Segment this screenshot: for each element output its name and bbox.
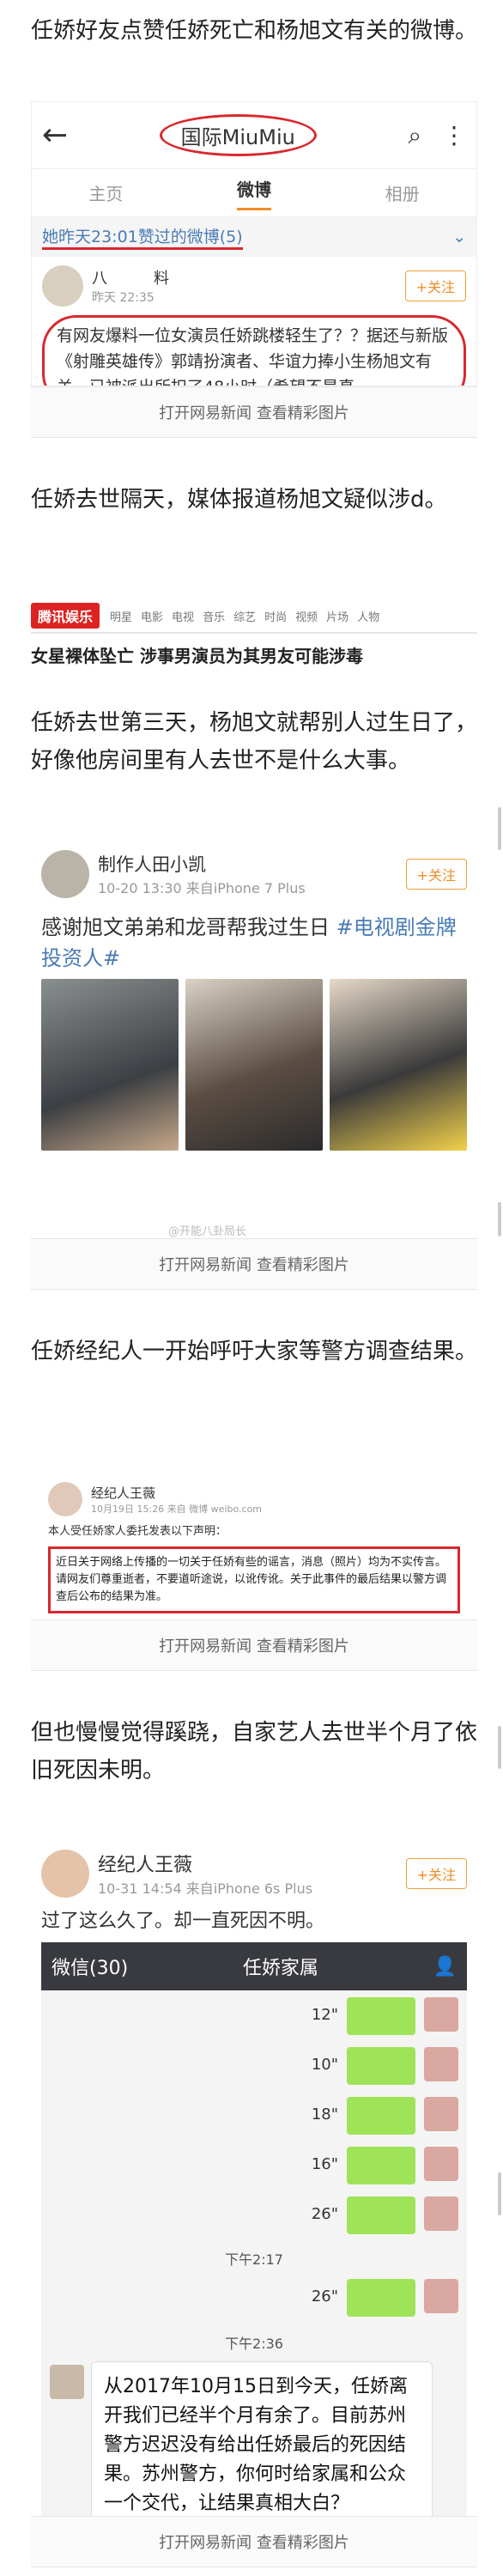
watermark: @开能八卦局长 — [168, 1225, 247, 1238]
chat-title: 任娇家属 — [242, 1958, 318, 1979]
follow-button: +关注 — [404, 270, 466, 301]
nav-item: 电影 — [141, 611, 164, 624]
open-images-button-2[interactable]: 打开网易新闻 查看精彩图片 — [31, 1238, 477, 1290]
avatar — [424, 2047, 458, 2081]
liked-post: 八 料 昨天 22:35 +关注 有网友爆料一位女演员任娇跳楼轻生了？？据还与新… — [32, 257, 476, 386]
post-time: 10月19日 15:26 来自 微博 weibo.com — [91, 1503, 263, 1515]
avatar — [41, 1850, 89, 1898]
avatar — [424, 2279, 458, 2313]
post-author: 经纪人王薇 — [98, 1855, 193, 1876]
tab-home: 主页 — [88, 184, 124, 204]
profile-title: 国际MiuMiu — [159, 114, 317, 156]
follow-button: +关注 — [405, 1858, 467, 1889]
voice-duration: 10" — [311, 2056, 338, 2074]
photo — [41, 979, 179, 1151]
avatar — [50, 2365, 84, 2399]
voice-duration: 26" — [311, 2287, 338, 2306]
news-headline: 女星裸体坠亡 涉事男演员为其男友可能涉毒 — [31, 646, 363, 666]
post-author: 经纪人王薇 — [91, 1485, 156, 1501]
open-images-button-4[interactable]: 打开网易新闻 查看精彩图片 — [31, 2516, 477, 2567]
chevron-down-icon: ⌄ — [452, 228, 466, 246]
paragraph-2: 任娇去世隔天，媒体报道杨旭文疑似涉d。 — [31, 487, 447, 513]
avatar — [424, 2097, 458, 2131]
nav-item: 时尚 — [264, 611, 288, 624]
statement-subtitle: 本人受任娇家人委托发表以下声明： — [48, 1525, 227, 1538]
paragraph-1: 任娇好友点赞任娇死亡和杨旭文有关的微博。 — [31, 18, 478, 44]
agent-statement-screenshot: 经纪人王薇 10月19日 15:26 来自 微博 weibo.com 本人受任娇… — [31, 1470, 477, 1619]
weibo-topbar: ← 国际MiuMiu ⌕ ⋮ — [32, 102, 476, 169]
tencent-ent-logo: 腾讯娱乐 — [31, 603, 100, 629]
nav-item: 片场 — [326, 611, 349, 624]
post-text: 有网友爆料一位女演员任娇跳楼轻生了？？据还与新版《射雕英雄传》郭靖扮演者、华谊力… — [42, 315, 466, 386]
nav-item: 人物 — [357, 611, 380, 624]
post-time: 昨天 22:35 — [92, 291, 155, 305]
nav-item: 视频 — [295, 611, 318, 624]
page-scrollbar[interactable] — [497, 0, 501, 2576]
avatar — [424, 2196, 458, 2231]
liked-weibo-row: 她昨天23:01赞过的微博(5) ⌄ — [32, 217, 476, 257]
liked-line: 她昨天23:01赞过的微博(5) — [42, 224, 243, 250]
chat-timestamp: 下午2:17 — [225, 2251, 283, 2268]
chat-message: 从2017年10月15日到今天，任娇离开我们已经半个月有余了。目前苏州警方迟迟没… — [91, 2361, 433, 2516]
post-text: 感谢旭文弟弟和龙哥帮我过生日 #电视剧金牌投资人# — [31, 907, 477, 979]
news-nav: 明星 电影 电视 音乐 综艺 时尚 视频 片场 人物 — [110, 608, 379, 624]
chat-back: 微信(30) — [52, 1958, 129, 1979]
statement-text: 近日关于网络上传播的一切关于任娇有些的谣言，消息（照片）均为不实传言。请网友们尊… — [48, 1546, 460, 1613]
avatar — [41, 850, 89, 898]
avatar — [42, 265, 83, 307]
agent-wechat-screenshot: 经纪人王薇 10-31 14:54 来自iPhone 6s Plus +关注 过… — [31, 1841, 477, 2516]
back-arrow-icon: ← — [42, 118, 69, 153]
voice-duration: 16" — [311, 2155, 338, 2173]
photo — [185, 979, 323, 1151]
photo — [330, 979, 467, 1151]
news-headline-screenshot: 腾讯娱乐 明星 电影 电视 音乐 综艺 时尚 视频 片场 人物 女星裸体坠亡 涉… — [31, 599, 477, 685]
tab-album: 相册 — [385, 184, 420, 204]
contact-icon: 👤 — [433, 1955, 457, 1978]
nav-item: 音乐 — [203, 611, 226, 624]
post-text: 过了这么久了。却一直死因不明。 — [41, 1911, 325, 1932]
paragraph-4: 任娇经纪人一开始呼吁大家等警方调查结果。 — [31, 1339, 478, 1364]
birthday-post-screenshot: 制作人田小凯 10-20 13:30 来自iPhone 7 Plus +关注 感… — [31, 841, 477, 1238]
weibo-likes-screenshot: ← 国际MiuMiu ⌕ ⋮ 主页 微博 相册 她昨天23:01赞过的微博(5) … — [31, 101, 477, 386]
search-icon: ⌕ — [408, 120, 421, 149]
paragraph-5: 但也慢慢觉得蹊跷，自家艺人去世半个月了依旧死因未明。 — [31, 1720, 478, 1783]
chat-timestamp: 下午2:36 — [225, 2336, 283, 2352]
paragraph-3: 任娇去世第三天，杨旭文就帮别人过生日了，好像他房间里有人去世不是什么大事。 — [31, 710, 478, 774]
wechat-screenshot: 微信(30) 任娇家属 👤 12" 10" 18" 16" 26" 下午2:17… — [41, 1942, 467, 2516]
tab-weibo: 微博 — [236, 176, 271, 210]
nav-item: 综艺 — [233, 611, 257, 624]
nav-item: 明星 — [110, 611, 133, 624]
nav-item: 电视 — [172, 611, 195, 624]
avatar — [424, 1997, 458, 2032]
open-images-button-3[interactable]: 打开网易新闻 查看精彩图片 — [31, 1619, 477, 1671]
more-icon: ⋮ — [442, 120, 466, 149]
post-author: 制作人田小凯 — [98, 854, 206, 875]
follow-button: +关注 — [405, 859, 467, 890]
voice-duration: 26" — [311, 2205, 338, 2223]
profile-tabs: 主页 微博 相册 — [32, 169, 476, 217]
post-time: 10-20 13:30 来自iPhone 7 Plus — [98, 880, 306, 896]
avatar — [48, 1482, 82, 1516]
voice-duration: 12" — [311, 2006, 338, 2024]
post-text-main: 感谢旭文弟弟和龙哥帮我过生日 — [41, 915, 330, 939]
photo-grid — [31, 979, 477, 1151]
open-images-button-1[interactable]: 打开网易新闻 查看精彩图片 — [31, 386, 477, 438]
post-time: 10-31 14:54 来自iPhone 6s Plus — [98, 1880, 313, 1897]
post-author: 八 料 — [92, 270, 169, 288]
voice-duration: 18" — [311, 2105, 338, 2123]
avatar — [424, 2147, 458, 2181]
